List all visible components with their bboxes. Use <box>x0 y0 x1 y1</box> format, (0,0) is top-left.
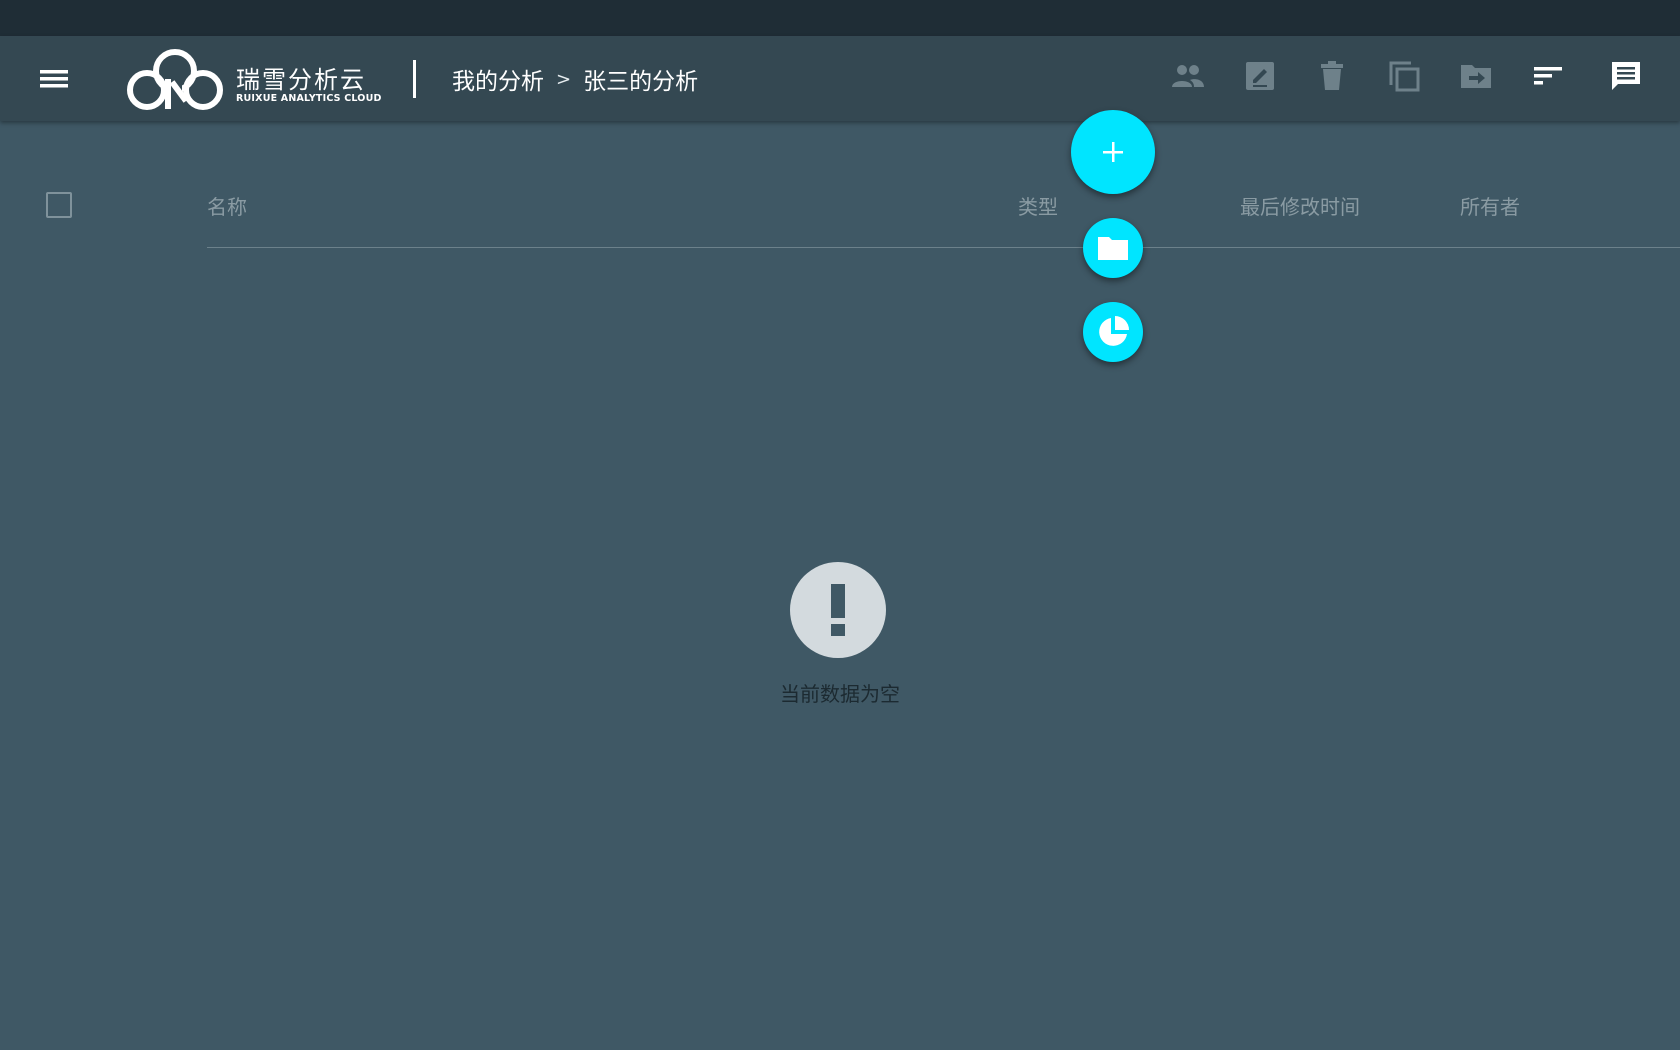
table-header: 名称 类型 最后修改时间 所有者 <box>0 160 1680 250</box>
move-to-folder-icon <box>1461 65 1491 88</box>
create-fab-button[interactable] <box>1071 110 1155 194</box>
brand-name: 瑞雪分析云 <box>236 66 366 94</box>
app-header: 瑞雪分析云 RUIXUE ANALYTICS CLOUD 我的分析 > 张三的分… <box>0 36 1680 362</box>
brand-logo[interactable]: 瑞雪分析云 RUIXUE ANALYTICS CLOUD <box>124 46 381 112</box>
menu-button[interactable] <box>36 64 72 94</box>
plus-icon <box>1103 142 1123 162</box>
select-all-checkbox[interactable] <box>46 192 72 218</box>
comment-button[interactable] <box>1606 56 1646 96</box>
header-divider-line <box>207 247 1680 248</box>
edit-button[interactable] <box>1240 56 1280 96</box>
share-users-icon <box>1172 65 1204 87</box>
breadcrumb-item-my-analysis[interactable]: 我的分析 <box>452 62 544 96</box>
copy-icon <box>1389 61 1420 92</box>
exclamation-icon <box>790 562 886 658</box>
column-type[interactable]: 类型 <box>1018 191 1058 220</box>
hamburger-menu-icon <box>40 70 68 88</box>
move-button[interactable] <box>1456 56 1496 96</box>
new-analysis-fab-button[interactable] <box>1083 302 1143 362</box>
copy-button[interactable] <box>1384 56 1424 96</box>
column-owner[interactable]: 所有者 <box>1460 191 1520 220</box>
breadcrumb-separator: > <box>556 68 572 90</box>
cloud-logo-icon <box>127 49 223 112</box>
empty-state: 当前数据为空 <box>740 562 940 712</box>
sort-icon <box>1534 67 1562 85</box>
sort-button[interactable] <box>1528 56 1568 96</box>
column-last-modified[interactable]: 最后修改时间 <box>1240 191 1360 220</box>
new-folder-fab-button[interactable] <box>1083 218 1143 278</box>
column-name[interactable]: 名称 <box>207 191 247 220</box>
breadcrumb: 我的分析 > 张三的分析 <box>452 62 698 96</box>
breadcrumb-item-current[interactable]: 张三的分析 <box>583 62 698 96</box>
folder-icon <box>1098 237 1128 260</box>
brand-subtitle: RUIXUE ANALYTICS CLOUD <box>236 93 382 104</box>
edit-icon <box>1246 62 1274 90</box>
empty-state-message: 当前数据为空 <box>780 682 900 706</box>
os-top-bar <box>0 0 1680 36</box>
pie-chart-icon <box>1099 316 1129 346</box>
delete-icon <box>1321 61 1343 90</box>
comment-icon <box>1612 62 1640 90</box>
delete-button[interactable] <box>1312 56 1352 96</box>
share-button[interactable] <box>1168 56 1208 96</box>
header-divider <box>413 60 416 98</box>
